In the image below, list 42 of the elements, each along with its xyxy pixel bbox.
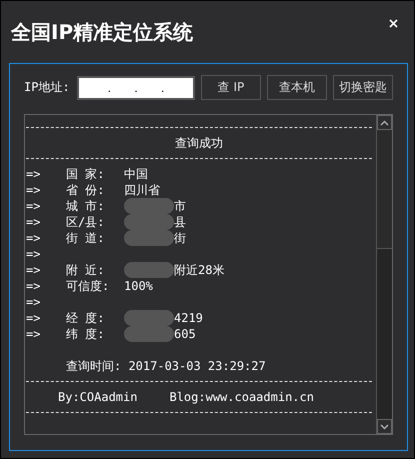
query-local-button[interactable]: 查本机 <box>267 75 327 100</box>
field-value: 四川省 <box>124 182 160 198</box>
switch-key-button[interactable]: 切换密匙 <box>333 75 393 100</box>
field-label: 附 近: <box>66 262 106 278</box>
ip-input-field[interactable]: . . . <box>77 76 195 100</box>
field-value: 附近28米 <box>174 262 224 278</box>
field-value: 中国 <box>124 166 148 182</box>
result-heading: 查询成功 <box>175 136 223 150</box>
arrow-marker: => <box>26 294 42 310</box>
scrollbar-thumb[interactable] <box>377 130 392 249</box>
arrow-marker: => <box>26 326 42 342</box>
window-title: 全国IP精准定位系统 <box>11 19 194 46</box>
scroll-down-icon[interactable] <box>377 419 392 434</box>
field-value: 605 <box>174 326 196 342</box>
field-label: 区/县: <box>66 214 106 230</box>
arrow-marker: => <box>26 278 42 294</box>
arrow-marker: => <box>26 182 42 198</box>
field-label: 纬 度: <box>66 326 106 342</box>
field-label: 省 份: <box>66 182 106 198</box>
field-value: 市 <box>174 198 186 214</box>
field-label: 国 家: <box>66 166 106 182</box>
query-time: 查询时间: 2017-03-03 23:29:27 <box>66 359 266 373</box>
arrow-marker: => <box>26 310 42 326</box>
footer-text: Blog:www.coaadmin.cn <box>169 389 314 405</box>
arrow-marker: => <box>26 246 42 262</box>
field-label: 经 度: <box>66 310 106 326</box>
field-label: 城 市: <box>66 198 106 214</box>
arrow-marker: => <box>26 166 42 182</box>
query-ip-button[interactable]: 查 IP <box>201 75 261 100</box>
field-value: 街 <box>174 230 186 246</box>
arrow-marker: => <box>26 198 42 214</box>
footer-text: By:COAadmin <box>58 389 138 405</box>
arrow-marker: => <box>26 230 42 246</box>
ip-label: IP地址: <box>24 79 71 96</box>
field-value: 4219 <box>174 310 203 326</box>
field-label: 可信度: <box>66 278 110 294</box>
field-value: 100% <box>124 278 153 294</box>
arrow-marker: => <box>26 262 42 278</box>
field-label: 街 道: <box>66 230 106 246</box>
arrow-marker: => <box>26 214 42 230</box>
field-value: 县 <box>174 214 186 230</box>
scroll-up-icon[interactable] <box>377 115 392 130</box>
